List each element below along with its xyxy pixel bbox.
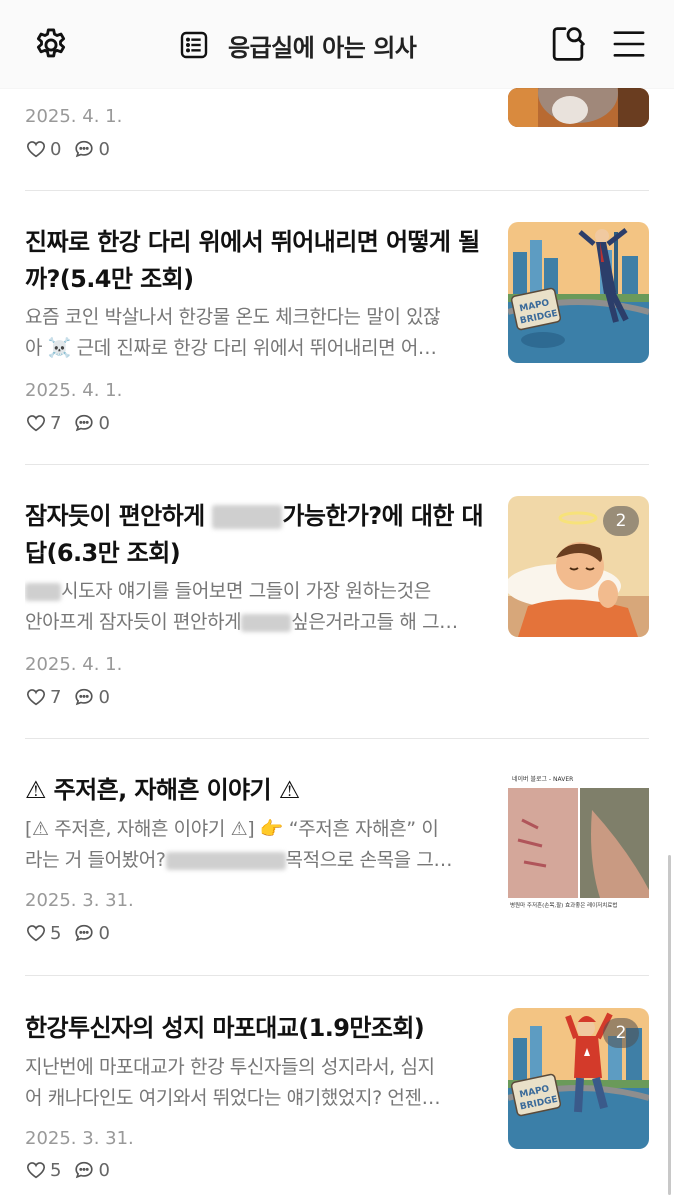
excerpt-line: 어 캐나다인도 여기와서 뛰었다는 얘기했었지? 언젠…	[25, 1087, 441, 1109]
post-date: 2025. 4. 1.	[25, 654, 123, 675]
excerpt-line: 안아프게 잠자듯이 편안하게 싶은거라고들 해 그…	[25, 607, 487, 638]
comment-count: 0	[98, 1159, 110, 1181]
comment-icon[interactable]	[73, 922, 95, 944]
top-bar: 응급실에 아는 의사	[0, 0, 674, 88]
post-excerpt: 요즘 코인 박살나서 한강물 온도 체크한다는 말이 있잖 아 ☠️ 근데 진짜…	[25, 302, 487, 364]
excerpt-text: 안아프게 잠자듯이 편안하게	[25, 611, 242, 633]
like-count: 5	[50, 922, 62, 944]
excerpt-line: 시도자 얘기를 들어보면 그들이 가장 원하는것은	[25, 576, 487, 607]
excerpt-text: 싶은거라고들 해 그…	[291, 611, 458, 633]
thumbnail-image: MAPO BRIDGE	[508, 222, 649, 363]
comment-icon[interactable]	[73, 686, 95, 708]
post-title[interactable]: 한강투신자의 성지 마포대교(1.9만조회)	[25, 1010, 485, 1047]
post-date: 2025. 4. 1.	[25, 106, 123, 127]
post-date: 2025. 3. 31.	[25, 1128, 134, 1149]
comment-count: 0	[98, 922, 110, 944]
post-thumbnail[interactable]: MAPO BRIDGE	[508, 222, 649, 363]
post-stats: 7 0	[25, 686, 122, 708]
search-icon[interactable]	[549, 24, 587, 64]
like-count: 5	[50, 1159, 62, 1181]
thumb-header-text: 네이버 블로그 - NAVER	[512, 775, 573, 783]
post-title[interactable]: 잠자듯이 편안하게 가능한가?에 대한 대답(6.3만 조회)	[25, 498, 485, 572]
post-title[interactable]: 진짜로 한강 다리 위에서 뛰어내리면 어떻게 될까?(5.4만 조회)	[25, 224, 485, 298]
heart-icon[interactable]	[25, 686, 47, 708]
thumb-caption-text: 병원마 주저흔(손목,팔) 효과좋은 레이저치료법	[510, 901, 617, 909]
scrollbar[interactable]	[668, 855, 671, 1195]
image-count-badge: 2	[603, 506, 639, 536]
post-title[interactable]: ⚠ 주저흔, 자해흔 이야기 ⚠	[25, 772, 485, 809]
like-count: 0	[50, 138, 62, 160]
post-divider	[25, 464, 649, 465]
post-item[interactable]: 잠자듯이 편안하게 가능한가?에 대한 대답(6.3만 조회) 시도자 얘기를 …	[25, 496, 649, 716]
post-stats: 5 0	[25, 922, 122, 944]
image-count-badge: 2	[603, 1018, 639, 1048]
post-excerpt: [⚠ 주저흔, 자해흔 이야기 ⚠] 👉 “주저흔 자해흔” 이 라는 거 들어…	[25, 814, 487, 876]
post-stats: 5 0	[25, 1159, 122, 1181]
list-icon	[180, 31, 208, 59]
excerpt-line: 요즘 코인 박살나서 한강물 온도 체크한다는 말이 있잖	[25, 306, 441, 328]
post-thumbnail[interactable]: 2	[508, 496, 649, 637]
post-divider	[25, 738, 649, 739]
comment-count: 0	[98, 412, 110, 434]
redacted-text	[241, 613, 292, 632]
blog-title: 응급실에 아는 의사	[228, 33, 417, 62]
heart-icon[interactable]	[25, 922, 47, 944]
like-count: 7	[50, 686, 62, 708]
excerpt-line: 지난번에 마포대교가 한강 투신자들의 성지라서, 심지	[25, 1056, 435, 1078]
post-date: 2025. 3. 31.	[25, 890, 134, 911]
post-divider	[25, 190, 649, 191]
post-stats: 0 0	[25, 138, 122, 160]
post-item[interactable]: 진짜로 한강 다리 위에서 뛰어내리면 어떻게 될까?(5.4만 조회) 요즘 …	[25, 222, 649, 442]
excerpt-text: 라는 거 들어봤어?	[25, 849, 166, 871]
redacted-text	[212, 505, 283, 529]
comment-icon[interactable]	[73, 1159, 95, 1181]
comment-icon[interactable]	[73, 412, 95, 434]
excerpt-text: 시도자 얘기를 들어보면 그들이 가장 원하는것은	[61, 580, 431, 602]
redacted-text	[25, 582, 61, 601]
post-title-part: 잠자듯이 편안하게	[25, 502, 213, 530]
excerpt-line: 라는 거 들어봤어? 목적으로 손목을 그…	[25, 845, 487, 876]
like-count: 7	[50, 412, 62, 434]
post-excerpt: 지난번에 마포대교가 한강 투신자들의 성지라서, 심지 어 캐나다인도 여기와…	[25, 1052, 487, 1114]
menu-icon[interactable]	[612, 28, 646, 60]
gear-icon[interactable]	[32, 26, 70, 64]
excerpt-text: 목적으로 손목을 그…	[285, 849, 453, 871]
post-item[interactable]: ⚠ 주저흔, 자해흔 이야기 ⚠ [⚠ 주저흔, 자해흔 이야기 ⚠] 👉 “주…	[25, 770, 649, 970]
comment-icon[interactable]	[73, 138, 95, 160]
post-stats: 7 0	[25, 412, 122, 434]
excerpt-line: 아 ☠️ 근데 진짜로 한강 다리 위에서 뛰어내리면 어…	[25, 337, 437, 359]
comment-count: 0	[98, 138, 110, 160]
blog-title-group[interactable]: 응급실에 아는 의사	[178, 26, 417, 64]
heart-icon[interactable]	[25, 412, 47, 434]
post-thumbnail[interactable]: MAPO BRIDGE 2	[508, 1008, 649, 1149]
thumbnail-image	[508, 88, 649, 127]
excerpt-line: [⚠ 주저흔, 자해흔 이야기 ⚠] 👉 “주저흔 자해흔” 이	[25, 818, 439, 840]
thumbnail-image: 네이버 블로그 - NAVER 병원마 주저흔(손목,팔) 효과좋은 레이저치료…	[508, 770, 649, 911]
heart-icon[interactable]	[25, 1159, 47, 1181]
heart-icon[interactable]	[25, 138, 47, 160]
post-thumbnail[interactable]	[508, 88, 649, 127]
comment-count: 0	[98, 686, 110, 708]
post-item[interactable]: 한강투신자의 성지 마포대교(1.9만조회) 지난번에 마포대교가 한강 투신자…	[25, 1008, 649, 1200]
post-divider	[25, 975, 649, 976]
post-excerpt: 시도자 얘기를 들어보면 그들이 가장 원하는것은 안아프게 잠자듯이 편안하게…	[25, 576, 487, 638]
post-date: 2025. 4. 1.	[25, 380, 123, 401]
post-thumbnail[interactable]: 네이버 블로그 - NAVER 병원마 주저흔(손목,팔) 효과좋은 레이저치료…	[508, 770, 649, 911]
redacted-text	[165, 851, 286, 870]
